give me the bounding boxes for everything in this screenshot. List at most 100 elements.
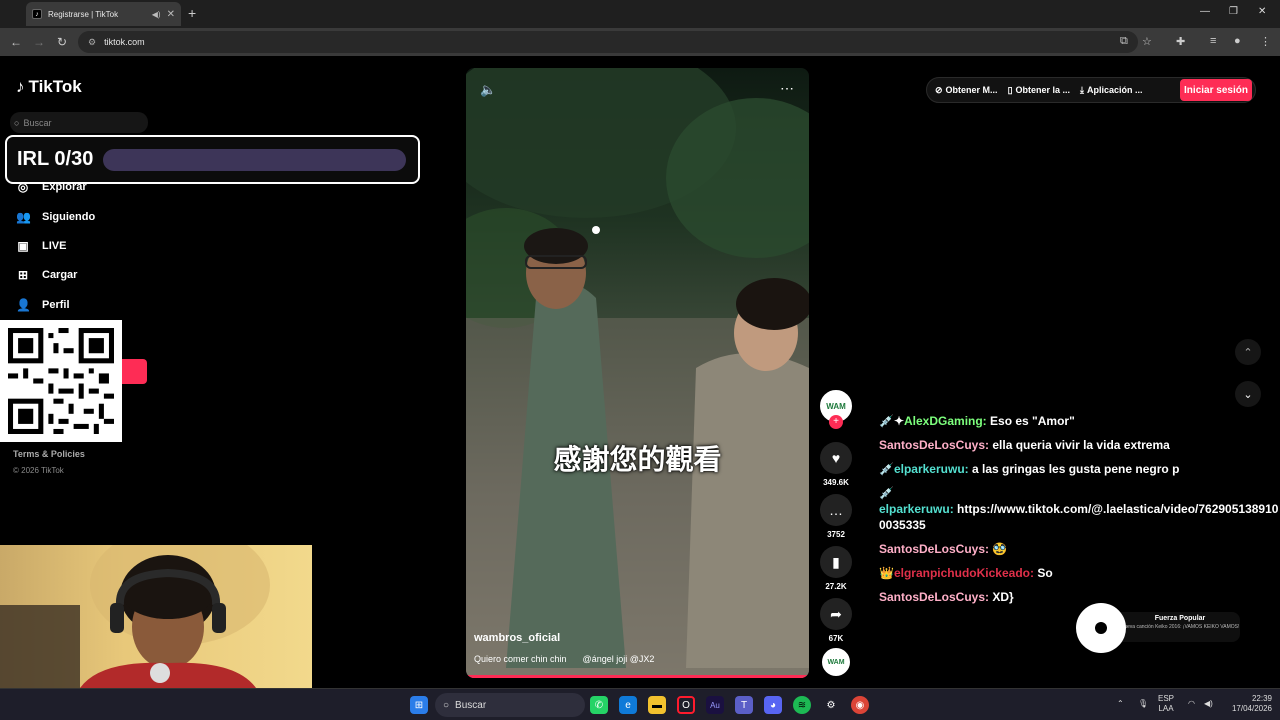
next-video-button[interactable]: ⌄ [1235,381,1261,407]
window-close-icon[interactable]: ✕ [1258,6,1266,17]
more-options-icon[interactable]: ⋯ [780,80,795,97]
chat-message: SantosDeLosCuys: ella queria vivir la vi… [879,437,1279,453]
search-placeholder: Buscar [23,117,52,128]
chat-text: 🥸 [992,542,1008,556]
following-icon: 👥 [16,210,31,224]
video-progress-bar[interactable] [466,675,809,678]
sidebar-item-perfil[interactable]: 👤 Perfil [16,298,70,312]
share-action[interactable]: ➦ 67K [818,598,854,643]
site-info-icon[interactable]: ⚙ [88,37,96,48]
chat-username: SantosDeLosCuys: [879,542,990,556]
video-mentions[interactable]: @ángel joji @JX2 [583,654,655,664]
tray-overflow-icon[interactable]: ⌃ [1117,699,1124,709]
sound-avatar[interactable]: WAM [818,648,854,676]
irl-counter-overlay: IRL 0/30 [5,135,420,184]
get-app-button[interactable]: ▯ Obtener la ... [1008,85,1070,96]
sidebar-item-siguiendo[interactable]: 👥 Siguiendo [16,210,95,224]
opera-icon[interactable]: O [677,696,695,714]
bookmark-star-icon[interactable]: ☆ [1142,35,1152,48]
footer-links[interactable]: Terms & Policies [13,449,85,459]
address-bar[interactable]: ⚙ tiktok.com [78,31,1138,53]
chat-username: SantosDeLosCuys: [879,590,990,604]
chat-text: Eso es "Amor" [990,414,1075,428]
forward-icon[interactable]: → [33,35,45,49]
discord-icon[interactable]: ◕ [764,696,782,714]
desktop-app-button[interactable]: ⤓ Aplicación ... [1080,85,1143,96]
get-coins-button[interactable]: ⊘ Obtener M... [935,85,998,96]
chat-message: 💉elparkeruwu: a las gringas les gusta pe… [879,461,1279,477]
back-icon[interactable]: ← [10,35,22,49]
steam-icon[interactable]: ⚙ [822,696,840,714]
chrome-icon[interactable]: ◉ [851,696,869,714]
chat-message: SantosDeLosCuys: 🥸 [879,541,1279,557]
video-username[interactable]: wambros_oficial [474,632,560,644]
browser-tab-strip: ♪ Registrarse | TikTok ◀) ✕ + — ❐ ✕ [0,0,1280,28]
whatsapp-icon[interactable]: ✆ [590,696,608,714]
browser-menu-icon[interactable]: ⋮ [1260,35,1271,48]
language-indicator[interactable]: ESP LAA [1158,694,1174,714]
spotify-icon[interactable]: ≋ [793,696,811,714]
reading-list-icon[interactable]: ≡ [1210,35,1216,47]
sound-disc-icon: WAM [822,648,850,676]
upload-icon: ⊞ [17,268,29,282]
comment-icon[interactable]: … [820,494,852,526]
coin-icon: ⊘ [935,84,943,95]
minimize-icon[interactable]: — [1200,6,1210,17]
video-caption: Quiero comer chin chin [474,654,567,664]
save-action[interactable]: ▮ 27.2K [818,546,854,591]
get-app-label: Obtener la ... [1015,85,1071,95]
url-text: tiktok.com [104,37,145,47]
chat-badge: 💉✦ [879,414,904,428]
reload-icon[interactable]: ↻ [57,35,67,49]
edge-icon[interactable]: e [619,696,637,714]
maximize-icon[interactable]: ❐ [1229,6,1238,17]
audition-icon[interactable]: Au [706,696,724,714]
taskbar-search[interactable]: ○ Buscar [435,693,585,717]
share-icon[interactable]: ➦ [820,598,852,630]
sidebar-item-live[interactable]: ▣ LIVE [16,239,66,253]
volume-icon[interactable]: ◀) [1204,699,1213,709]
chat-text: ella queria vivir la vida extrema [992,438,1170,452]
chat-message: SantosDeLosCuys: XD} [879,589,1279,605]
taskbar-search-label: Buscar [455,699,487,711]
wifi-icon[interactable]: ◠ [1188,699,1195,709]
previous-video-button[interactable]: ⌃ [1235,339,1261,365]
clock-time: 22:39 [1251,694,1272,703]
mute-icon[interactable]: 🔈 [480,82,496,98]
logo-text: TikTok [28,77,82,96]
install-app-icon[interactable]: ⧉ [1120,35,1128,48]
creator-avatar[interactable]: WAM + [818,390,854,429]
sidebar-item-label: Perfil [42,299,70,311]
comment-action[interactable]: … 3752 [818,494,854,539]
live-icon: ▣ [17,239,29,253]
tab-close-icon[interactable]: ✕ [167,9,175,20]
sidebar-item-cargar[interactable]: ⊞ Cargar [16,268,78,282]
chat-badge: 💉 [879,462,894,476]
follow-plus-icon[interactable]: + [829,415,843,429]
now-playing-widget: Fuerza Popular Nueva canción Keiko 2016:… [1120,612,1240,642]
teams-icon[interactable]: T [735,696,753,714]
like-action[interactable]: ♥ 349.6K [818,442,854,487]
profile-avatar-icon[interactable]: ● [1234,35,1241,47]
login-side-button[interactable] [122,359,147,384]
browser-tab[interactable]: ♪ Registrarse | TikTok ◀) ✕ [26,2,181,26]
new-tab-icon[interactable]: + [188,5,196,21]
start-menu-icon[interactable]: ⊞ [410,696,428,714]
extensions-icon[interactable]: ✚ [1176,35,1185,48]
webcam-overlay [0,545,312,688]
heart-icon[interactable]: ♥ [820,442,852,474]
chat-username: SantosDeLosCuys: [879,438,990,452]
chevron-down-icon: ⌄ [1243,388,1253,401]
tiktok-logo[interactable]: ♪ TikTok [16,77,82,97]
search-input[interactable]: ○ Buscar [10,112,148,133]
login-button[interactable]: Iniciar sesión [1180,79,1252,101]
file-explorer-icon[interactable]: ▬ [648,696,666,714]
microphone-icon[interactable]: 🎙 [1138,699,1148,709]
tab-audio-icon[interactable]: ◀) [152,10,161,19]
video-player[interactable]: 🔈 ⋯ 感謝您的觀看 wambros_oficial Quiero comer … [466,68,809,678]
sidebar-item-label: Siguiendo [42,211,96,223]
chat-badge: 💉 [879,486,894,500]
system-clock[interactable]: 22:39 17/04/2026 [1224,694,1272,714]
bookmark-icon[interactable]: ▮ [820,546,852,578]
chat-message: 💉 elparkeruwu: https://www.tiktok.com/@.… [879,485,1279,533]
